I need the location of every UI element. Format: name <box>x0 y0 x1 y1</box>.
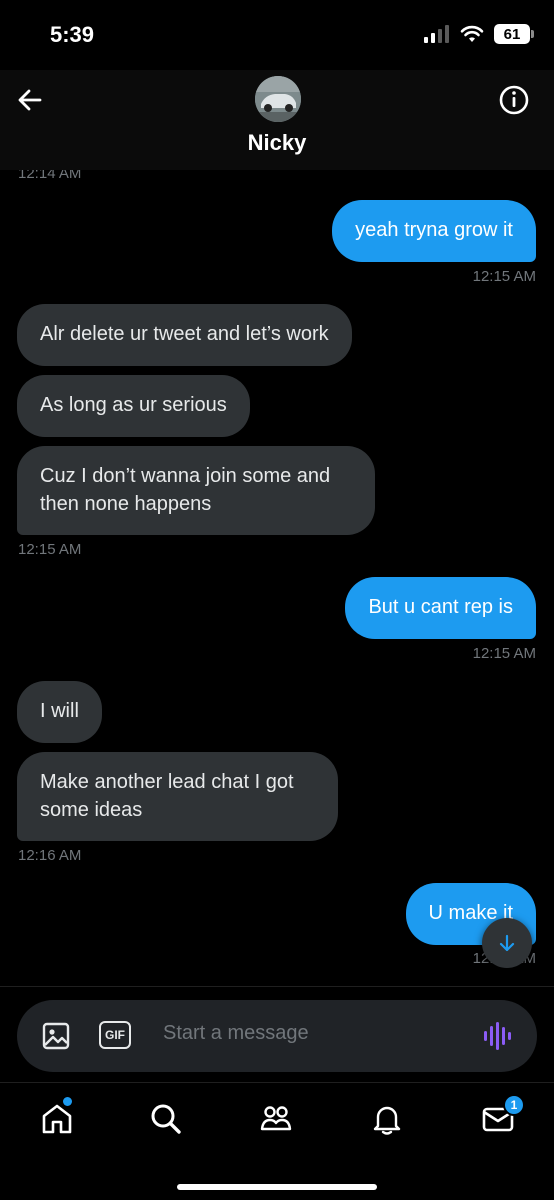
message-timestamp: 12:14 AM <box>18 170 82 182</box>
conversation-header: Nicky <box>0 70 554 170</box>
message-input[interactable]: Start a message <box>163 1022 309 1045</box>
battery-level: 61 <box>503 25 521 43</box>
incoming-message[interactable]: I will <box>17 681 102 743</box>
outgoing-message[interactable]: yeah tryna grow it <box>332 200 536 262</box>
scroll-to-bottom-button[interactable] <box>482 918 532 968</box>
arrow-down-icon <box>499 934 515 952</box>
incoming-message[interactable]: Make another lead chat I got some ideas <box>17 752 338 841</box>
message-timestamp: 12:15 AM <box>472 268 536 285</box>
messages-badge-count: 1 <box>510 1098 518 1112</box>
message-timestamp: 12:15 AM <box>18 541 82 558</box>
gif-icon[interactable]: GIF <box>99 1021 131 1049</box>
incoming-message[interactable]: Cuz I don’t wanna join some and then non… <box>17 446 375 535</box>
composer-area: GIF Start a message <box>0 986 554 1082</box>
message-timestamp: 12:16 AM <box>18 847 82 864</box>
message-composer[interactable]: GIF Start a message <box>17 1000 537 1072</box>
communities-icon[interactable] <box>258 1101 294 1137</box>
contact-name[interactable]: Nicky <box>0 130 554 156</box>
incoming-message[interactable]: As long as ur serious <box>17 375 250 437</box>
message-timestamp: 12:15 AM <box>472 645 536 662</box>
message-list[interactable]: 12:14 AM yeah tryna grow it 12:15 AM Alr… <box>0 170 554 990</box>
status-bar: 5:39 61 <box>0 0 554 70</box>
battery-icon: 61 <box>494 24 534 44</box>
messages-badge: 1 <box>503 1094 525 1116</box>
home-indicator <box>177 1184 377 1190</box>
status-icons: 61 <box>424 24 534 44</box>
notifications-bell-icon[interactable] <box>369 1101 405 1137</box>
status-time: 5:39 <box>50 22 95 47</box>
back-arrow-icon[interactable] <box>14 84 46 116</box>
incoming-message[interactable]: Alr delete ur tweet and let’s work <box>17 304 352 366</box>
voice-message-icon[interactable] <box>481 1020 513 1052</box>
gif-label: GIF <box>105 1028 125 1042</box>
avatar[interactable] <box>255 76 301 122</box>
home-icon[interactable] <box>39 1101 75 1137</box>
image-icon[interactable] <box>41 1021 71 1051</box>
search-icon[interactable] <box>148 1101 184 1137</box>
info-icon[interactable] <box>498 84 530 116</box>
outgoing-message[interactable]: But u cant rep is <box>345 577 536 639</box>
signal-icon <box>424 25 449 43</box>
home-notification-dot <box>63 1097 72 1106</box>
bottom-tab-bar: 1 <box>0 1082 554 1200</box>
wifi-icon <box>460 25 484 42</box>
